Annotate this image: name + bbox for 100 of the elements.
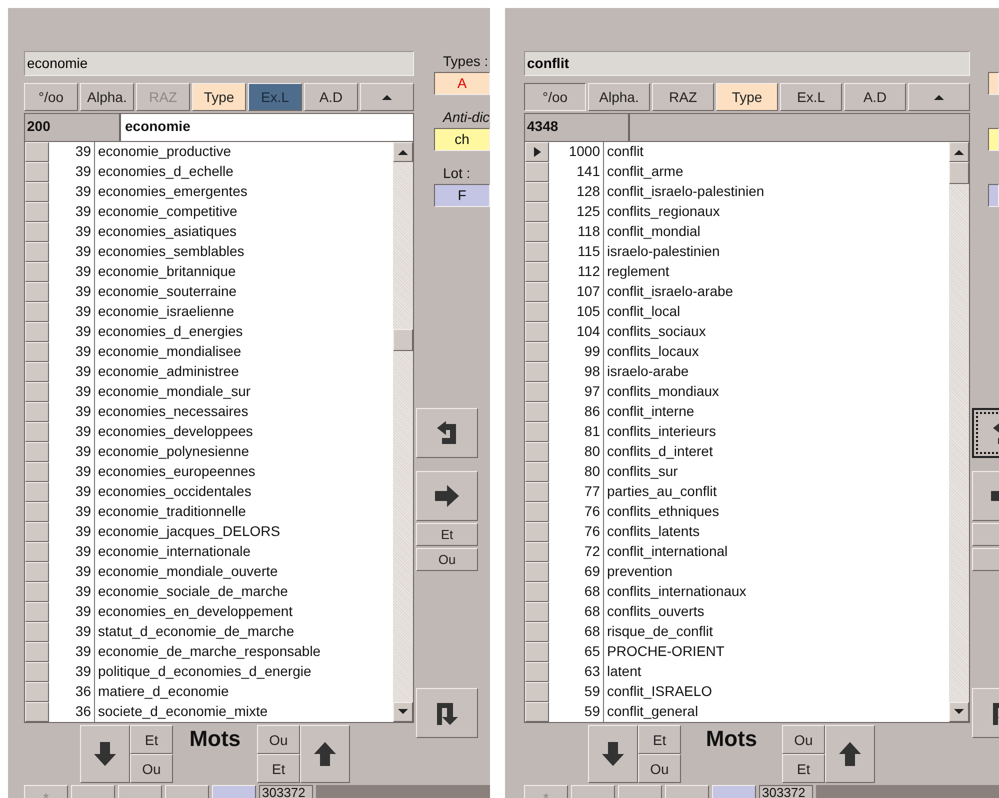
term-cell[interactable]: economies_en_developpement [95, 602, 293, 622]
term-cell[interactable]: israelo-palestinien [604, 242, 720, 262]
term-cell[interactable]: economie_polynesienne [95, 442, 249, 462]
scroll-up-icon [933, 92, 945, 101]
scrollbar[interactable] [949, 142, 969, 722]
term-cell[interactable]: conflit_local [604, 302, 680, 322]
operator-button[interactable]: Ou [782, 725, 825, 754]
toolbar-button[interactable]: A.D [844, 82, 906, 111]
search-field[interactable]: conflit [524, 51, 970, 76]
scroll-up-button[interactable] [908, 82, 970, 111]
term-cell[interactable]: conflit_interne [604, 402, 694, 422]
term-cell[interactable]: economie_traditionnelle [95, 502, 246, 522]
term-cell[interactable]: conflits_internationaux [604, 582, 746, 602]
toolbar-button[interactable]: Type [192, 82, 246, 111]
term-cell[interactable]: conflit_arme [604, 162, 684, 182]
term-cell[interactable]: economies_europeennes [95, 462, 256, 482]
term-cell[interactable]: economies_necessaires [95, 402, 248, 422]
term-cell[interactable]: economie_mondiale_sur [95, 382, 251, 402]
toolbar-button[interactable]: RAZ [652, 82, 714, 111]
toolbar-button[interactable]: Alpha. [80, 82, 134, 111]
value-box[interactable] [988, 128, 999, 151]
operator-button[interactable]: Et [257, 754, 300, 784]
term-cell[interactable]: parties_au_conflit [604, 482, 717, 502]
term-cell[interactable]: conflits_d_interet [604, 442, 713, 462]
term-cell[interactable]: reglement [604, 262, 670, 282]
term-cell[interactable]: matiere_d_economie [95, 682, 229, 702]
scroll-thumb[interactable] [949, 162, 969, 184]
toolbar-button[interactable]: °/oo [524, 82, 586, 111]
scroll-up-button[interactable] [360, 82, 414, 111]
term-cell[interactable]: statut_d_economie_de_marche [95, 622, 294, 642]
term-cell[interactable]: economies_emergentes [95, 182, 248, 202]
term-cell[interactable]: conflits_mondiaux [604, 382, 720, 402]
toolbar-button[interactable]: Type [716, 82, 778, 111]
term-cell[interactable]: prevention [604, 562, 672, 582]
toolbar-button[interactable]: Ex.L [780, 82, 842, 111]
forward-button[interactable] [416, 471, 478, 521]
term-cell[interactable]: conflit [604, 142, 644, 162]
term-cell[interactable]: conflit_mondial [604, 222, 700, 242]
term-cell[interactable]: PROCHE-ORIENT [604, 642, 724, 662]
term-cell[interactable]: israelo-arabe [604, 362, 689, 382]
row-selector[interactable] [525, 142, 549, 162]
value-box[interactable] [988, 72, 999, 95]
term-cell[interactable]: conflit_israelo-arabe [604, 282, 734, 302]
scroll-thumb[interactable] [393, 328, 413, 351]
term-cell[interactable]: societe_d_economie_mixte [95, 702, 268, 722]
term-cell[interactable]: economie_internationale [95, 542, 251, 562]
term-cell[interactable]: conflit_ISRAELO [604, 682, 712, 702]
term-cell[interactable]: economie_sociale_de_marche [95, 582, 288, 602]
toolbar-button[interactable]: °/oo [24, 82, 78, 111]
term-cell[interactable]: economie_souterraine [95, 282, 237, 302]
term-cell[interactable]: conflit_international [604, 542, 728, 562]
operator-button[interactable]: Ou [638, 754, 681, 784]
term-cell[interactable]: conflit_general [604, 702, 698, 722]
operator-button[interactable]: Et [782, 754, 825, 784]
move-down-button[interactable] [80, 725, 130, 784]
term-cell[interactable]: economies_d_energies [95, 322, 243, 342]
operator-button[interactable]: Ou [416, 548, 478, 571]
operator-button[interactable]: Et [638, 725, 681, 754]
term-cell[interactable]: economie_administree [95, 362, 239, 382]
term-cell[interactable]: economies_developpees [95, 422, 253, 442]
operator-button[interactable]: Ou [257, 725, 300, 754]
term-cell[interactable]: politique_d_economies_d_energie [95, 662, 312, 682]
term-cell[interactable]: conflit_israelo-palestinien [604, 182, 764, 202]
term-cell[interactable]: conflits_interieurs [604, 422, 716, 442]
value-box[interactable]: F [434, 184, 490, 207]
term-cell[interactable]: conflits_locaux [604, 342, 699, 362]
value-box[interactable]: A [434, 72, 490, 95]
term-cell[interactable]: economie_de_marche_responsable [95, 642, 321, 662]
term-cell[interactable]: conflits_latents [604, 522, 700, 542]
term-cell[interactable]: conflits_sur [604, 462, 678, 482]
term-cell[interactable]: economie_britannique [95, 262, 236, 282]
move-up-button[interactable] [825, 725, 875, 784]
term-cell[interactable]: economies_semblables [95, 242, 244, 262]
move-down-button[interactable] [588, 725, 638, 784]
toolbar-button[interactable]: Alpha. [588, 82, 650, 111]
move-up-button[interactable] [300, 725, 350, 784]
term-cell[interactable]: conflits_regionaux [604, 202, 720, 222]
toolbar-button[interactable]: A.D [304, 82, 358, 111]
operator-button[interactable]: Et [416, 523, 478, 546]
term-cell[interactable]: conflits_ethniques [604, 502, 720, 522]
term-cell[interactable]: conflits_sociaux [604, 322, 706, 342]
term-cell[interactable]: economie_mondiale_ouverte [95, 562, 278, 582]
term-cell[interactable]: economie_productive [95, 142, 232, 162]
value-box[interactable]: ch [434, 128, 490, 151]
search-field[interactable]: economie [24, 51, 414, 76]
term-cell[interactable]: economie_jacques_DELORS [95, 522, 280, 542]
term-cell[interactable]: economie_competitive [95, 202, 238, 222]
term-cell[interactable]: risque_de_conflit [604, 622, 713, 642]
term-cell[interactable]: economie_israelienne [95, 302, 234, 322]
value-box[interactable] [988, 184, 999, 207]
scrollbar[interactable] [393, 142, 413, 722]
term-cell[interactable]: conflits_ouverts [604, 602, 704, 622]
operator-button[interactable]: Et [130, 725, 173, 754]
term-cell[interactable]: latent [604, 662, 642, 682]
insert-button[interactable] [416, 688, 478, 738]
term-cell[interactable]: economies_asiatiques [95, 222, 237, 242]
term-cell[interactable]: economies_d_echelle [95, 162, 234, 182]
operator-button[interactable]: Ou [130, 754, 173, 784]
term-cell[interactable]: economie_mondialisee [95, 342, 242, 362]
term-cell[interactable]: economies_occidentales [95, 482, 252, 502]
